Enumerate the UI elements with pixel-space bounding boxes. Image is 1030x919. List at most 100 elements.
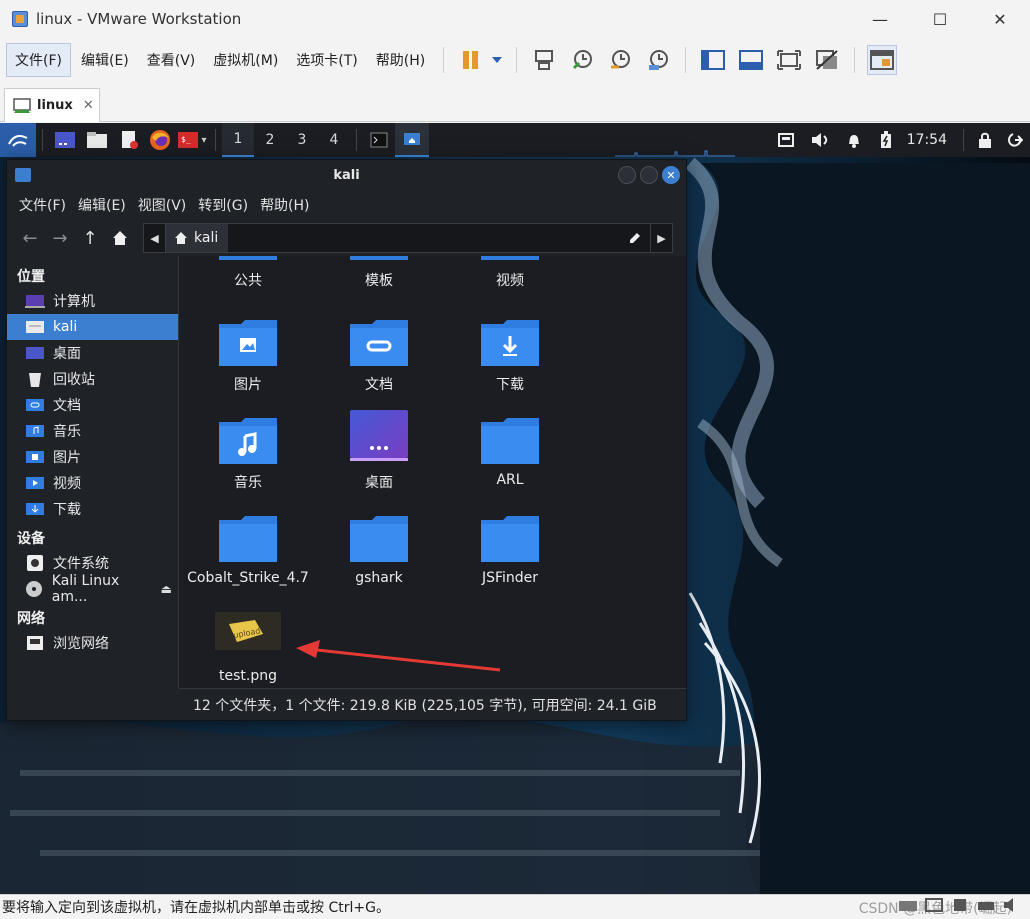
fm-menu-edit[interactable]: 编辑(E): [72, 195, 132, 215]
folder-item-documents[interactable]: 文档: [314, 318, 444, 394]
sidebar-item-label: Kali Linux am...: [51, 573, 120, 605]
fm-menu-help[interactable]: 帮助(H): [254, 195, 315, 215]
svg-text:$_: $_: [181, 135, 191, 144]
folder-icon: [481, 256, 539, 260]
workspace-4[interactable]: 4: [318, 123, 350, 157]
file-icon-view[interactable]: 公共 模板 视频 图片 文档 下载 音乐 桌面 ARL Cobalt_Strik…: [179, 256, 686, 688]
up-arrow-icon[interactable]: ↑: [75, 223, 105, 253]
folder-item-videos[interactable]: 视频: [445, 256, 575, 290]
sidebar-item-pictures[interactable]: 图片: [7, 444, 178, 470]
sidebar-item-computer[interactable]: 计算机: [7, 288, 178, 314]
sidebar-item-downloads[interactable]: 下载: [7, 496, 178, 522]
forward-arrow-icon[interactable]: →: [45, 223, 75, 253]
taskbar-terminal-icon[interactable]: [363, 123, 395, 157]
maximize-button[interactable]: ☐: [910, 0, 970, 38]
taskbar-file-manager-icon[interactable]: [395, 123, 429, 157]
edit-path-icon[interactable]: [620, 224, 650, 252]
sidebar-item-kali-disc[interactable]: Kali Linux am... ⏏: [7, 573, 178, 605]
menu-file[interactable]: 文件(F): [6, 43, 71, 77]
path-scroll-right-icon[interactable]: ▶: [650, 224, 672, 252]
path-button-kali[interactable]: kali: [166, 224, 229, 252]
unity-mode-icon[interactable]: [812, 45, 842, 75]
toolbar-separator: [516, 47, 518, 73]
revert-snapshot-icon[interactable]: [605, 45, 635, 75]
sidebar-item-music[interactable]: 音乐: [7, 418, 178, 444]
hard-disk-icon[interactable]: [898, 897, 918, 913]
workspace-1[interactable]: 1: [222, 123, 254, 157]
menu-view[interactable]: 查看(V): [139, 44, 204, 76]
notifications-icon[interactable]: [837, 123, 871, 157]
sidebar-item-videos[interactable]: 视频: [7, 470, 178, 496]
network-adapter-icon[interactable]: [924, 897, 944, 913]
annotation-arrow: [296, 640, 501, 672]
panel-separator: [356, 129, 357, 151]
fm-minimize-button[interactable]: [618, 166, 636, 184]
folder-item-templates[interactable]: 模板: [314, 256, 444, 290]
folder-item-public[interactable]: 公共: [183, 256, 313, 290]
fm-maximize-button[interactable]: [640, 166, 658, 184]
fm-menu-go[interactable]: 转到(G): [192, 195, 254, 215]
battery-icon[interactable]: [871, 123, 901, 157]
close-button[interactable]: ✕: [970, 0, 1030, 38]
fm-close-button[interactable]: ✕: [662, 166, 680, 184]
fm-menu-view[interactable]: 视图(V): [132, 195, 193, 215]
folder-item-desktop[interactable]: 桌面: [314, 410, 444, 492]
panel-clock[interactable]: 17:54: [907, 132, 947, 148]
folder-item-gshark[interactable]: gshark: [314, 514, 444, 586]
library-icon[interactable]: [698, 45, 728, 75]
firefox-icon[interactable]: [145, 123, 175, 157]
sidebar-item-desktop[interactable]: 桌面: [7, 340, 178, 366]
tab-close-icon[interactable]: ✕: [83, 98, 94, 113]
kali-menu-icon[interactable]: [0, 123, 36, 157]
home-icon[interactable]: [105, 223, 135, 253]
folder-item-pictures[interactable]: 图片: [183, 318, 313, 394]
menu-help[interactable]: 帮助(H): [368, 44, 433, 76]
fullscreen-icon[interactable]: [774, 45, 804, 75]
guest-display[interactable]: $_ ▾ 1 2 3 4 17:54 kali ✕ 文件(F) 编辑(E) 视图…: [0, 123, 1030, 894]
snapshot-icon[interactable]: [567, 45, 597, 75]
file-manager-titlebar[interactable]: kali ✕: [7, 160, 686, 190]
lock-screen-icon[interactable]: [970, 123, 1000, 157]
back-arrow-icon[interactable]: ←: [15, 223, 45, 253]
console-view-icon[interactable]: [867, 45, 898, 75]
window-controls: — ☐ ✕: [850, 0, 1030, 38]
printer-icon[interactable]: [976, 897, 996, 913]
item-label: 视频: [496, 273, 524, 289]
usb-icon[interactable]: [950, 897, 970, 913]
pause-icon[interactable]: [456, 45, 486, 75]
menu-tabs[interactable]: 选项卡(T): [288, 44, 365, 76]
sidebar-item-browse-network[interactable]: 浏览网络: [7, 630, 178, 656]
tab-linux[interactable]: linux ✕: [4, 88, 100, 122]
workspace-3[interactable]: 3: [286, 123, 318, 157]
sidebar-item-documents[interactable]: 文档: [7, 392, 178, 418]
chevron-down-icon[interactable]: [490, 45, 504, 75]
path-scroll-left-icon[interactable]: ◀: [144, 224, 166, 252]
show-desktop-icon[interactable]: [49, 123, 81, 157]
workspace-2[interactable]: 2: [254, 123, 286, 157]
folder-item-music[interactable]: 音乐: [183, 416, 313, 492]
thumbnail-bar-icon[interactable]: [736, 45, 766, 75]
sidebar-item-trash[interactable]: 回收站: [7, 366, 178, 392]
sidebar-item-kali[interactable]: kali: [7, 314, 178, 340]
send-ctrl-alt-del-icon[interactable]: [529, 45, 559, 75]
snapshot-manager-icon[interactable]: [643, 45, 673, 75]
window-title: linux - VMware Workstation: [36, 10, 242, 28]
terminal-emulator-icon[interactable]: $_ ▾: [175, 123, 209, 157]
chevron-down-icon[interactable]: ▾: [201, 135, 206, 146]
folder-item-jsfinder[interactable]: JSFinder: [445, 514, 575, 586]
text-editor-icon[interactable]: [113, 123, 145, 157]
minimize-button[interactable]: —: [850, 0, 910, 38]
network-status-icon[interactable]: [769, 123, 803, 157]
sound-card-icon[interactable]: [1002, 897, 1022, 913]
menu-vm[interactable]: 虚拟机(M): [205, 44, 286, 76]
folder-item-cobalt-strike[interactable]: Cobalt_Strike_4.7: [183, 514, 313, 586]
file-manager-launcher-icon[interactable]: [81, 123, 113, 157]
panel-separator: [215, 129, 216, 151]
volume-icon[interactable]: [803, 123, 837, 157]
folder-item-arl[interactable]: ARL: [445, 416, 575, 488]
logout-icon[interactable]: [1000, 123, 1030, 157]
fm-menu-file[interactable]: 文件(F): [13, 195, 72, 215]
folder-item-downloads[interactable]: 下载: [445, 318, 575, 394]
menu-edit[interactable]: 编辑(E): [73, 44, 137, 76]
eject-icon[interactable]: ⏏: [161, 582, 172, 596]
